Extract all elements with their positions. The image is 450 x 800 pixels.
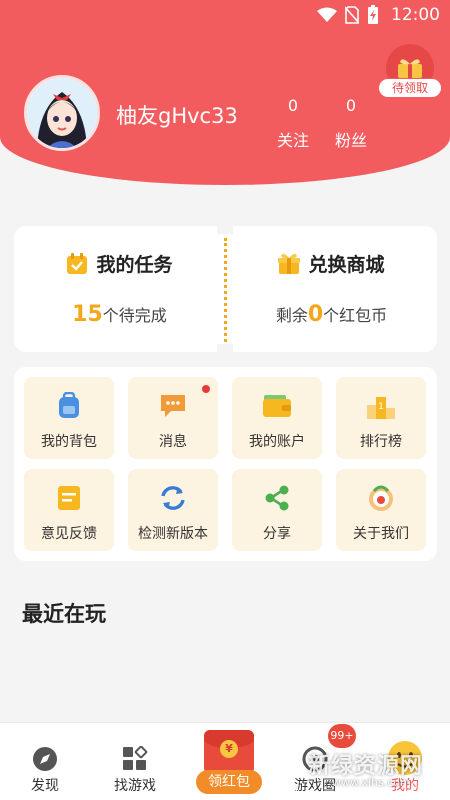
red-coin-count: 0 [307,302,324,327]
svg-text:1: 1 [378,402,384,412]
status-icons: 12:00 [317,5,440,25]
fans-label: 粉丝 [334,131,367,150]
follow-label: 关注 [276,131,309,150]
avatar[interactable] [24,75,100,151]
refresh-icon [157,483,189,513]
wifi-icon [317,7,337,22]
smiley-icon [386,739,424,777]
battery-charging-icon [368,5,378,24]
task-calendar-icon [67,252,88,274]
podium-icon: 1 [365,391,397,421]
grid-item-check-update[interactable]: 检测新版本 [128,469,218,551]
exchange-shop-section[interactable]: 兑换商城 剩余0个红包币 [226,226,437,352]
tab-label: 找游戏 [114,778,156,794]
pending-task-count: 15 [72,302,103,327]
my-tasks-pending: 15个待完成 [14,302,225,327]
my-tasks-section[interactable]: 我的任务 15个待完成 [14,226,225,352]
follow-count: 0 [287,96,299,115]
grid-item-feedback[interactable]: 意见反馈 [24,469,114,551]
grid-label: 排行榜 [360,434,402,450]
grid-icon [121,745,149,773]
grid-item-share[interactable]: 分享 [232,469,322,551]
follow-stat[interactable]: 0 关注 [268,96,318,151]
fans-count: 0 [345,96,357,115]
tab-label: 我的 [391,778,419,794]
function-grid: 我的背包 消息 我的账户 1 排行榜 意见反馈 检测新版本 分享 关于我们 [14,367,437,561]
grid-item-about[interactable]: 关于我们 [336,469,426,551]
grid-label: 我的背包 [41,434,97,450]
grid-label: 我的账户 [249,434,305,450]
red-packet-label: 领红包 [196,770,262,794]
notification-badge: 99+ [328,724,356,748]
feedback-icon [53,483,85,513]
balance-prefix: 剩余 [275,306,308,325]
grid-label: 分享 [263,526,291,542]
status-bar: 12:00 [0,0,450,32]
pending-reward-button[interactable]: 待领取 [378,44,442,98]
grid-label: 关于我们 [353,526,409,542]
grid-item-messages[interactable]: 消息 [128,377,218,459]
recently-played-title: 最近在玩 [22,602,106,626]
share-icon [261,483,293,513]
username[interactable]: 柚友gHvc33 [116,100,238,130]
compass-icon [31,745,59,773]
message-icon [157,391,189,421]
grid-label: 检测新版本 [138,526,208,542]
tab-label: 游戏圈 [294,778,336,794]
tab-find-games[interactable]: 找游戏 [90,723,180,800]
tab-discover[interactable]: 发现 [0,723,90,800]
status-time: 12:00 [391,5,440,25]
grid-item-account[interactable]: 我的账户 [232,377,322,459]
wallet-icon [261,391,293,421]
grid-item-leaderboard[interactable]: 1 排行榜 [336,377,426,459]
unread-dot [202,385,210,393]
pending-reward-label: 待领取 [378,78,442,98]
balance-suffix: 个红包币 [323,306,388,325]
circle-icon [301,745,329,773]
about-icon [365,483,397,513]
grid-item-backpack[interactable]: 我的背包 [24,377,114,459]
task-shop-card: 我的任务 15个待完成 兑换商城 剩余0个红包币 [14,226,437,352]
coin-icon: ¥ [220,740,238,758]
grid-label: 消息 [159,434,187,450]
backpack-icon [53,391,85,421]
tab-red-packet[interactable]: ¥ 领红包 [196,730,262,796]
red-coin-balance: 剩余0个红包币 [226,302,437,327]
tab-mine[interactable]: 我的 [360,723,450,800]
gift-icon [278,253,301,274]
my-tasks-label: 我的任务 [96,254,173,276]
no-sim-icon [345,6,359,24]
fans-stat[interactable]: 0 粉丝 [326,96,376,151]
pending-task-suffix: 个待完成 [102,306,167,325]
tab-label: 发现 [31,778,59,794]
exchange-shop-title: 兑换商城 [226,250,437,277]
grid-label: 意见反馈 [41,526,97,542]
my-tasks-title: 我的任务 [14,250,225,277]
exchange-shop-label: 兑换商城 [308,254,385,276]
avatar-image [27,78,97,148]
